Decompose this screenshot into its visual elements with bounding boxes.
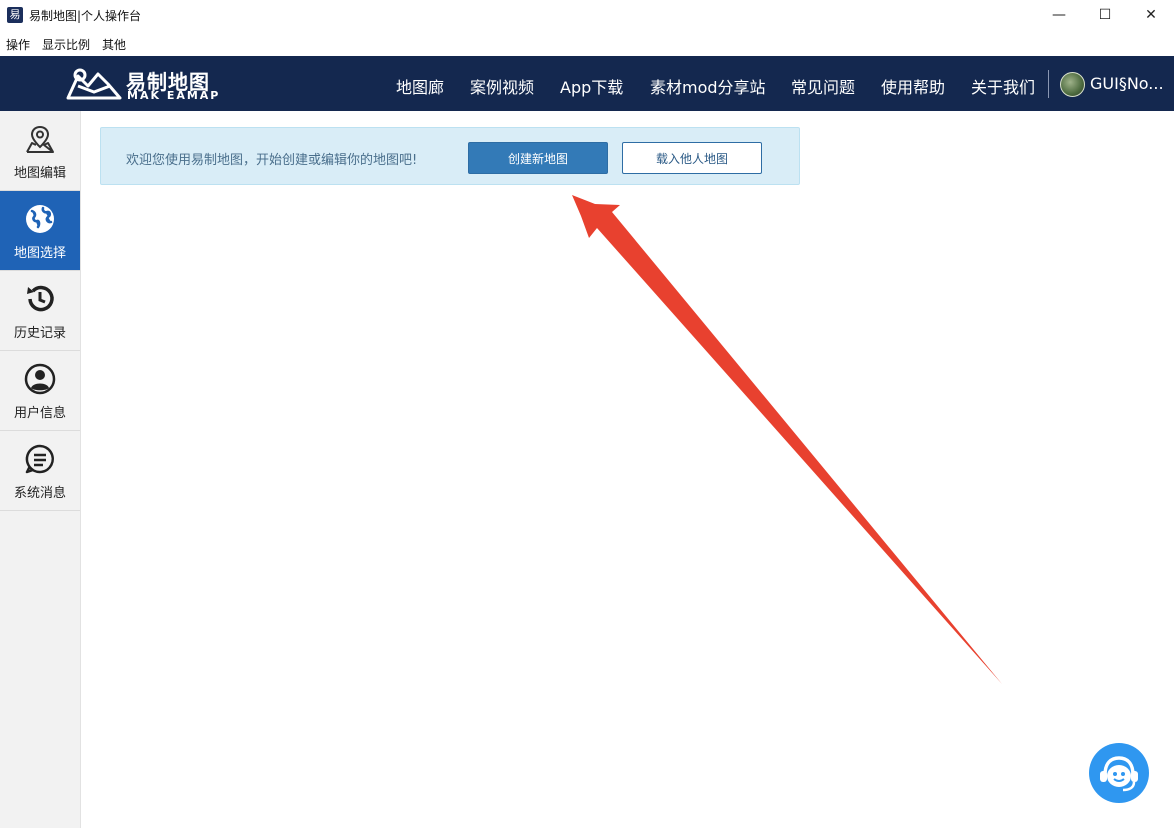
nav-about[interactable]: 关于我们 <box>971 74 1035 98</box>
history-icon <box>27 285 54 312</box>
nav-gallery[interactable]: 地图廊 <box>396 74 444 98</box>
sidebar-item-label: 地图编辑 <box>13 166 66 181</box>
sidebar-item-label: 用户信息 <box>13 406 66 421</box>
nav-help[interactable]: 使用帮助 <box>881 74 945 98</box>
top-header: 易制地图 MAK EAMAP 地图廊 案例视频 App下载 素材mod分享站 常… <box>0 56 1174 111</box>
menu-other[interactable]: 其他 <box>102 36 126 53</box>
customer-support-button[interactable] <box>1089 743 1149 803</box>
logo[interactable]: 易制地图 MAK EAMAP <box>64 66 234 102</box>
load-others-map-button[interactable]: 载入他人地图 <box>622 142 762 174</box>
minimize-button[interactable]: — <box>1036 0 1082 30</box>
annotation-arrow <box>572 195 1002 684</box>
welcome-banner: 欢迎您使用易制地图，开始创建或编辑你的地图吧! 创建新地图 载入他人地图 <box>100 127 800 185</box>
sidebar-item-label: 系统消息 <box>13 486 66 501</box>
app-icon: 易 <box>7 7 23 23</box>
nav-divider <box>1048 70 1049 98</box>
nav-mod-share[interactable]: 素材mod分享站 <box>650 74 766 98</box>
maximize-button[interactable]: ☐ <box>1082 0 1128 30</box>
title-bar: 易 易制地图|个人操作台 — ☐ ✕ <box>0 0 1174 32</box>
menu-bar: 操作 显示比例 其他 <box>0 32 1174 56</box>
sidebar-item-map-edit[interactable]: 地图编辑 <box>0 111 80 191</box>
avatar[interactable] <box>1060 72 1085 97</box>
sidebar-item-label: 历史记录 <box>13 326 66 341</box>
logo-text-en: MAK EAMAP <box>127 89 221 102</box>
headset-icon <box>1100 756 1138 792</box>
nav-faq[interactable]: 常见问题 <box>791 74 855 98</box>
sidebar-item-user-info[interactable]: 用户信息 <box>0 351 80 431</box>
logo-icon <box>66 68 122 100</box>
sidebar-item-map-select[interactable]: 地图选择 <box>0 191 80 271</box>
nav-case-videos[interactable]: 案例视频 <box>470 74 534 98</box>
sidebar-item-messages[interactable]: 系统消息 <box>0 431 80 511</box>
globe-icon <box>26 205 54 233</box>
user-icon <box>24 363 56 395</box>
menu-zoom[interactable]: 显示比例 <box>42 36 90 53</box>
window-title: 易制地图|个人操作台 <box>29 9 142 23</box>
sidebar: 地图编辑 地图选择 历史记录 用户信息 系统消息 <box>0 111 81 828</box>
sidebar-item-label: 地图选择 <box>13 246 66 261</box>
message-icon <box>25 444 54 474</box>
create-map-button[interactable]: 创建新地图 <box>468 142 608 174</box>
close-button[interactable]: ✕ <box>1128 0 1174 30</box>
nav-app-download[interactable]: App下载 <box>560 74 623 98</box>
map-pin-icon <box>26 125 54 153</box>
sidebar-item-history[interactable]: 历史记录 <box>0 271 80 351</box>
welcome-text: 欢迎您使用易制地图，开始创建或编辑你的地图吧! <box>126 153 418 168</box>
username[interactable]: GUI§No... <box>1090 74 1164 93</box>
menu-operate[interactable]: 操作 <box>6 36 30 53</box>
